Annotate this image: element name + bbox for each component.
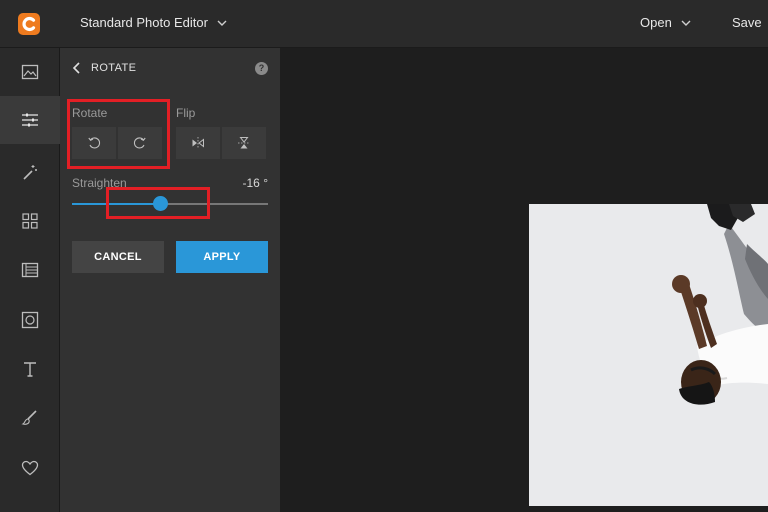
rail-item-image[interactable] xyxy=(0,48,60,96)
chevron-down-icon xyxy=(217,20,227,26)
image-icon xyxy=(21,64,39,80)
back-arrow-icon[interactable] xyxy=(72,62,82,74)
slider-highlight-box xyxy=(106,187,210,219)
editor-mode-dropdown[interactable]: Standard Photo Editor xyxy=(80,15,228,30)
flip-vertical-button[interactable] xyxy=(222,127,266,159)
open-button[interactable]: Open xyxy=(640,15,692,30)
rail-item-text[interactable] xyxy=(0,345,60,393)
save-button[interactable]: Save xyxy=(732,15,762,30)
upside-down-person-photo xyxy=(529,204,768,506)
image-canvas[interactable] xyxy=(280,48,768,512)
rail-item-frames[interactable] xyxy=(0,296,60,344)
rotate-highlight-box xyxy=(67,99,170,169)
help-icon[interactable]: ? xyxy=(255,62,268,75)
logo-icon xyxy=(22,16,36,32)
open-label: Open xyxy=(640,15,672,30)
flip-vertical-icon xyxy=(238,137,250,149)
tool-rail xyxy=(0,48,60,512)
panel-header: ROTATE ? xyxy=(60,48,280,88)
top-bar: Standard Photo Editor Open Save xyxy=(0,0,768,48)
frame-icon xyxy=(21,311,39,329)
cancel-button[interactable]: CANCEL xyxy=(72,241,164,273)
rotate-panel: ROTATE ? Rotate Flip Straighten -16 ° CA… xyxy=(60,48,280,512)
rail-item-collage[interactable] xyxy=(0,197,60,245)
flip-label: Flip xyxy=(176,106,196,120)
magic-wand-icon xyxy=(23,165,37,180)
editor-mode-label: Standard Photo Editor xyxy=(80,15,208,30)
rail-item-favorites[interactable] xyxy=(0,444,60,492)
photo-editor-app: Standard Photo Editor Open Save ROTATE ?… xyxy=(0,0,768,512)
brush-icon xyxy=(21,410,37,425)
rail-item-effects[interactable] xyxy=(0,148,60,196)
straighten-value: -16 ° xyxy=(242,176,268,190)
rail-item-draw[interactable] xyxy=(0,394,60,442)
panel-title: ROTATE xyxy=(91,62,137,74)
layout-icon xyxy=(21,262,39,278)
flip-horizontal-button[interactable] xyxy=(176,127,220,159)
text-icon xyxy=(24,362,36,377)
photo-preview xyxy=(529,204,768,506)
chevron-down-icon xyxy=(681,20,691,26)
rail-item-overlays[interactable] xyxy=(0,246,60,294)
apply-button[interactable]: APPLY xyxy=(176,241,268,273)
rail-item-adjust[interactable] xyxy=(0,96,60,144)
sliders-icon xyxy=(22,113,38,127)
flip-horizontal-icon xyxy=(192,137,204,149)
app-logo[interactable] xyxy=(18,13,40,35)
grid-icon xyxy=(22,213,38,229)
heart-icon xyxy=(21,460,39,476)
